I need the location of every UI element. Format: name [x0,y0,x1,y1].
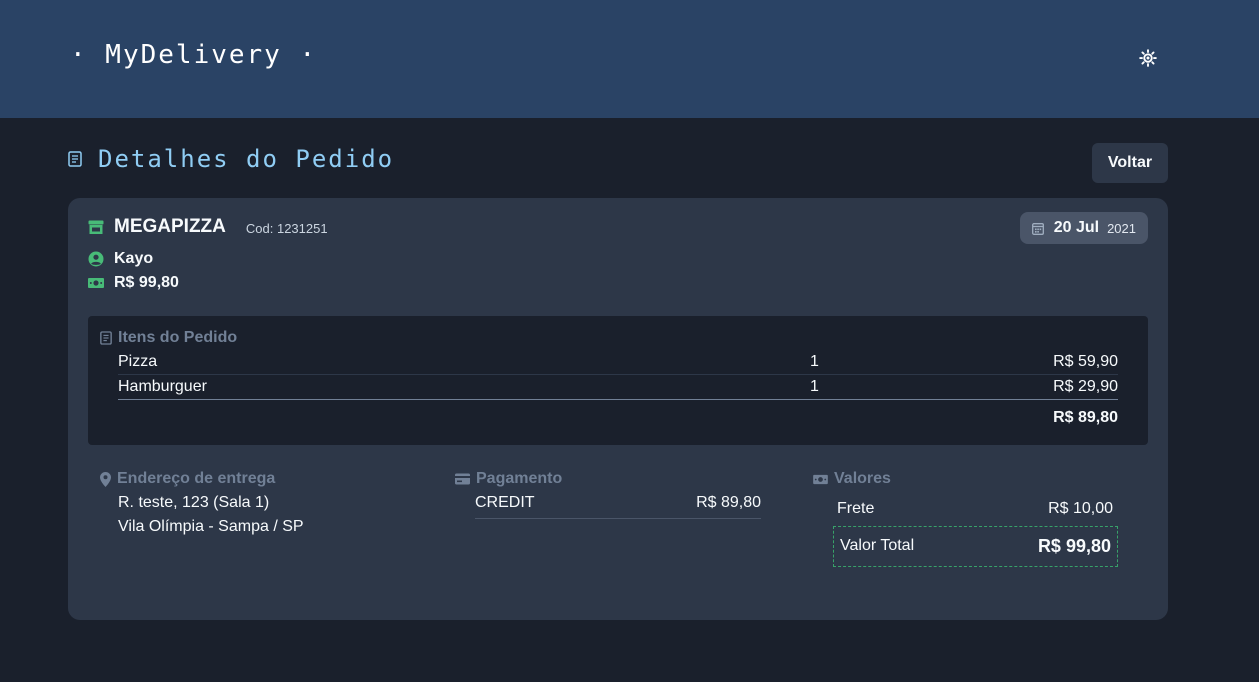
payment-method: CREDIT [475,494,535,511]
order-items-panel: Itens do Pedido Pizza 1 R$ 59,90 Hamburg… [88,316,1148,445]
customer-row: Kayo [88,250,153,268]
page-heading: Detalhes do Pedido [68,145,394,173]
item-name: Pizza [118,353,158,370]
theme-toggle-button[interactable] [1136,46,1160,70]
order-date-day: 20 Jul [1053,219,1100,236]
payment-section: Pagamento CREDIT R$ 89,80 [455,470,775,519]
store-icon [88,220,104,234]
address-section-label: Endereço de entrega [117,470,276,487]
address-line-2: Vila Olímpia - Sampa / SP [118,518,304,535]
back-button[interactable]: Voltar [1092,143,1168,183]
values-section: Valores Frete R$ 10,00 Valor Total R$ 99… [813,470,1133,567]
total-label: Valor Total [840,537,915,554]
store-row: MEGAPIZZA Cod: 1231251 [88,216,328,238]
customer-name: Kayo [114,250,154,267]
values-section-header: Valores [813,470,1133,488]
payment-amount: R$ 89,80 [696,494,761,511]
receipt-icon [100,331,112,345]
payment-section-label: Pagamento [476,470,563,487]
item-row: Hamburguer 1 R$ 29,90 [118,375,1118,400]
item-price: R$ 59,90 [1053,353,1118,370]
sun-icon [1139,49,1157,67]
frete-value: R$ 10,00 [1048,500,1113,517]
page-title: Detalhes do Pedido [98,145,395,173]
payment-row: CREDIT R$ 89,80 [475,494,761,519]
item-qty: 1 [810,378,819,395]
items-divider [118,399,1118,400]
order-code: Cod: 1231251 [245,221,328,236]
address-line-1: R. teste, 123 (Sala 1) [118,494,270,511]
item-row: Pizza 1 R$ 59,90 [118,350,1118,375]
order-amount: R$ 99,80 [114,274,179,291]
address-section: Endereço de entrega R. teste, 123 (Sala … [100,470,400,535]
app-header: · MyDelivery · [0,0,1259,118]
user-icon [88,251,104,267]
item-name: Hamburguer [118,378,207,395]
total-value: R$ 99,80 [1037,536,1111,556]
items-section-label: Itens do Pedido [118,329,238,346]
credit-card-icon [455,473,470,485]
order-date-year: 2021 [1107,220,1136,236]
total-box: Valor Total R$ 99,80 [833,526,1118,567]
receipt-icon [68,151,82,167]
money-icon [813,474,828,484]
address-section-header: Endereço de entrega [100,470,400,488]
item-price: R$ 29,90 [1053,378,1118,395]
item-qty: 1 [810,353,819,370]
items-total: R$ 89,80 [1053,409,1118,426]
amount-row: R$ 99,80 [88,274,179,292]
date-badge: 20 Jul 2021 [1019,212,1148,244]
calendar-icon [1031,222,1044,235]
store-name: MEGAPIZZA [114,216,226,237]
payment-section-header: Pagamento [455,470,775,488]
money-icon [88,278,104,288]
values-section-label: Valores [834,470,891,487]
order-card: MEGAPIZZA Cod: 1231251 20 Jul 2021 Kayo [68,198,1168,620]
map-pin-icon [100,471,111,487]
items-section-header: Itens do Pedido [100,329,237,347]
frete-label: Frete [837,500,875,517]
brand-logo[interactable]: · MyDelivery · [70,40,317,70]
